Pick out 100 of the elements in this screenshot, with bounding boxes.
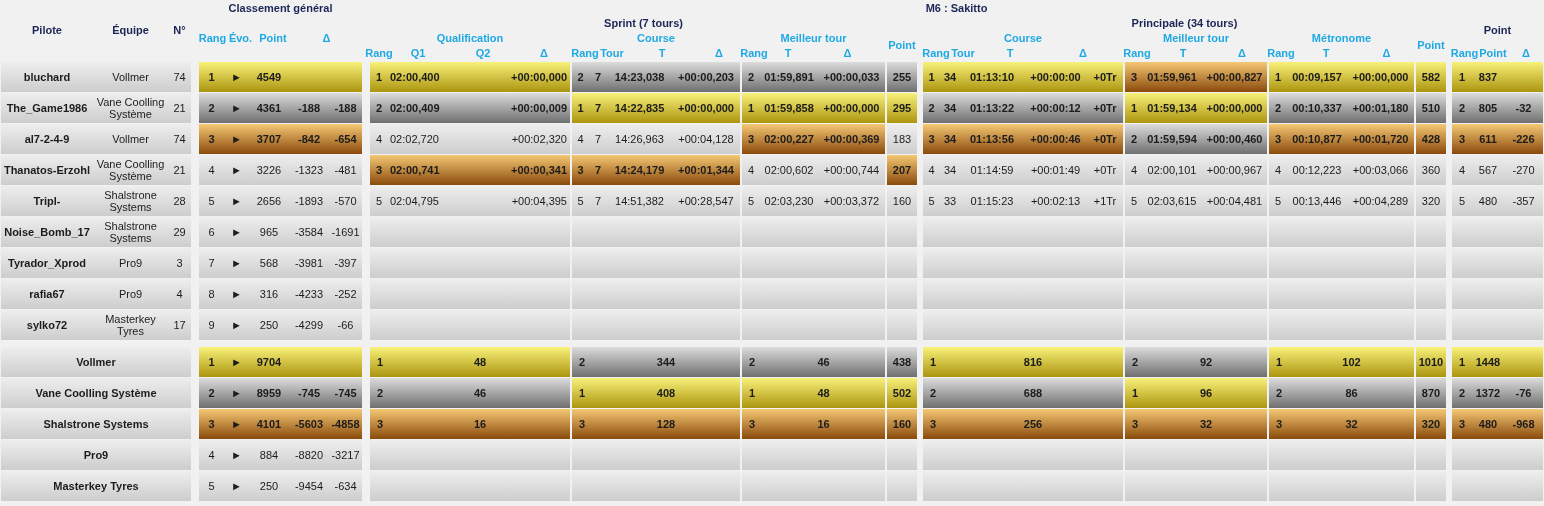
rank-number: 3 bbox=[376, 418, 384, 430]
rank-number: 5 bbox=[208, 480, 215, 492]
points-total: 255 bbox=[892, 71, 912, 83]
gap-value: +00:02,320 bbox=[511, 133, 567, 145]
column-header: Évo. bbox=[228, 31, 253, 44]
rank-number: 4 bbox=[928, 164, 935, 176]
trend-arrow: ► bbox=[231, 164, 242, 176]
points-total: 1448 bbox=[1475, 356, 1501, 368]
rank-number: 1 bbox=[1458, 356, 1466, 368]
rank-number: 3 bbox=[577, 164, 584, 176]
gap-value: -3217 bbox=[331, 449, 360, 461]
points-total: 816 bbox=[1023, 356, 1043, 368]
car-number: 29 bbox=[172, 226, 187, 238]
points-total: 183 bbox=[892, 133, 912, 145]
rank-number: 8 bbox=[208, 288, 215, 300]
gap-value: -5603 bbox=[294, 418, 324, 430]
points-total: 102 bbox=[1342, 356, 1361, 368]
gap-value: +00:02:13 bbox=[1030, 195, 1081, 207]
points-total: 92 bbox=[1199, 356, 1213, 368]
points-total: 295 bbox=[892, 102, 912, 114]
points-total: 360 bbox=[1421, 164, 1441, 176]
rank-number: 1 bbox=[208, 356, 215, 368]
team-name: Pro9 bbox=[117, 257, 144, 269]
column-header: T bbox=[658, 46, 666, 59]
team-name: Shalstrone Systems bbox=[42, 418, 150, 430]
points-total: 567 bbox=[1478, 164, 1498, 176]
gap-value: +00:00,744 bbox=[823, 164, 880, 176]
column-header: Δ bbox=[322, 31, 331, 44]
points-total: 250 bbox=[259, 480, 279, 492]
pilot-name: bluchard bbox=[22, 71, 72, 83]
rank-number: 6 bbox=[208, 226, 215, 238]
section-title: Meilleur tour bbox=[780, 31, 847, 44]
gap-value: +00:04,395 bbox=[511, 195, 567, 207]
rank-number: 5 bbox=[1458, 195, 1466, 207]
rank-number: 4 bbox=[208, 449, 215, 461]
lap-gap: +0Tr bbox=[1093, 133, 1117, 145]
gap-value: +00:00:46 bbox=[1030, 133, 1081, 145]
column-header: Rang bbox=[922, 46, 950, 59]
points-total: 16 bbox=[473, 418, 487, 430]
column-header: Rang bbox=[365, 46, 393, 59]
section-title: Point bbox=[1483, 24, 1512, 36]
gap-value: -4233 bbox=[294, 288, 324, 300]
time-value: 02:03,230 bbox=[764, 195, 814, 207]
trend-arrow: ► bbox=[231, 257, 242, 269]
points-total: 320 bbox=[1421, 195, 1441, 207]
gap-value: +00:00,967 bbox=[1206, 164, 1263, 176]
points-total: 48 bbox=[473, 356, 487, 368]
gap-value: -397 bbox=[334, 257, 357, 269]
points-total: 32 bbox=[1345, 418, 1358, 430]
rank-number: 1 bbox=[208, 71, 215, 83]
gap-value: +00:00,369 bbox=[823, 133, 880, 145]
points-total: 438 bbox=[892, 356, 912, 368]
rank-number: 3 bbox=[1458, 418, 1466, 430]
trend-arrow: ► bbox=[231, 449, 242, 461]
rank-number: 1 bbox=[577, 102, 584, 114]
points-total: 3226 bbox=[256, 164, 282, 176]
lap-count: 34 bbox=[943, 164, 957, 176]
column-header: Pilote bbox=[32, 24, 62, 36]
car-number: 4 bbox=[175, 288, 184, 300]
result-segment bbox=[887, 248, 917, 278]
points-total: 128 bbox=[656, 418, 676, 430]
column-header: Rang bbox=[1450, 46, 1479, 59]
rank-number: 2 bbox=[376, 387, 384, 399]
rank-number: 2 bbox=[578, 356, 586, 368]
gap-value: -3584 bbox=[294, 226, 324, 238]
points-total: 480 bbox=[1478, 418, 1498, 430]
gap-value: -188 bbox=[334, 102, 357, 114]
gap-value: -1893 bbox=[294, 195, 324, 207]
trend-arrow: ► bbox=[231, 480, 242, 492]
result-segment bbox=[1416, 440, 1446, 470]
column-header: Tour bbox=[951, 46, 975, 59]
gap-value: -76 bbox=[1515, 387, 1532, 399]
gap-value: -4858 bbox=[331, 418, 360, 430]
car-number: 28 bbox=[172, 195, 187, 207]
column-header: Δ bbox=[715, 46, 723, 59]
section-title: Point bbox=[1417, 39, 1445, 51]
result-segment bbox=[1416, 471, 1446, 501]
gap-value: +00:01,720 bbox=[1352, 133, 1409, 145]
gap-value: -745 bbox=[298, 387, 320, 399]
rank-number: 2 bbox=[1274, 102, 1282, 114]
rank-number: 1 bbox=[747, 102, 755, 114]
pilot-name: al7-2-4-9 bbox=[23, 133, 71, 145]
car-number: 74 bbox=[172, 133, 187, 145]
gap-value: +00:04,481 bbox=[1206, 195, 1263, 207]
rank-number: 2 bbox=[1458, 387, 1466, 399]
gap-value: -842 bbox=[298, 133, 320, 145]
pilot-name: rafia67 bbox=[28, 288, 66, 300]
gap-value: -226 bbox=[1512, 133, 1535, 145]
time-value: 01:13:10 bbox=[969, 71, 1014, 83]
gap-value: -357 bbox=[1512, 195, 1535, 207]
rank-number: 3 bbox=[1274, 133, 1282, 145]
time-value: 01:59,594 bbox=[1147, 133, 1197, 145]
gap-value: -968 bbox=[1512, 418, 1535, 430]
column-header: Δ bbox=[540, 46, 548, 59]
time-value: 02:03,615 bbox=[1147, 195, 1197, 207]
column-header: Δ bbox=[1522, 46, 1530, 59]
gap-value: -66 bbox=[337, 319, 354, 331]
rank-number: 2 bbox=[208, 387, 215, 399]
points-total: 96 bbox=[1199, 387, 1213, 399]
rank-number: 3 bbox=[928, 133, 935, 145]
